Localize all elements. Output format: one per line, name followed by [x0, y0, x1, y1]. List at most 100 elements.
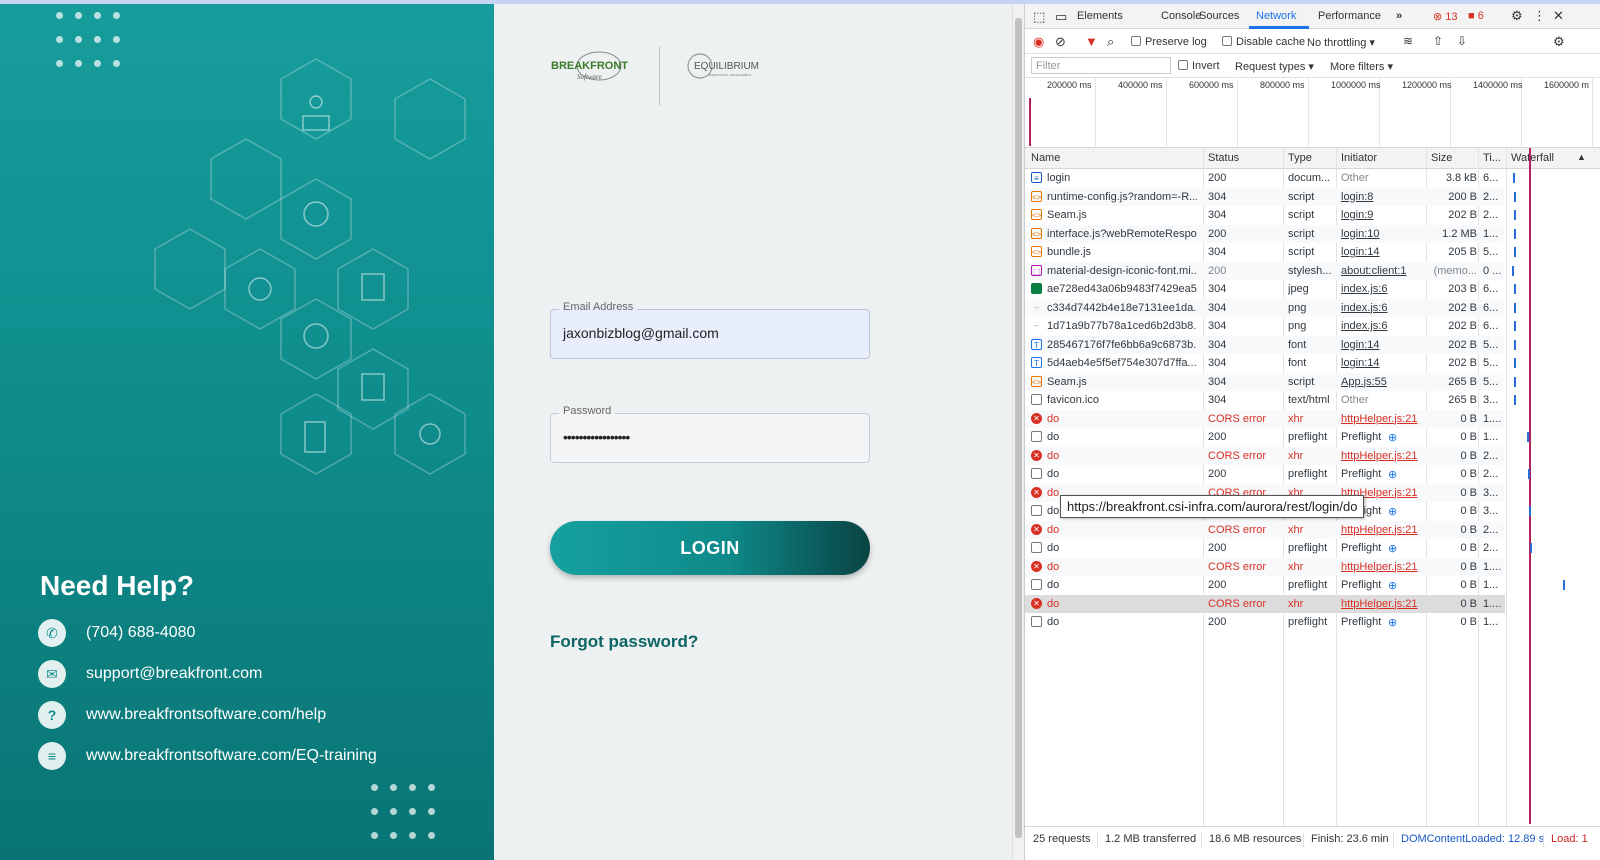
login-button[interactable]: LOGIN	[550, 521, 870, 575]
cell-initiator[interactable]: login:14	[1341, 357, 1426, 369]
search-icon[interactable]: ⌕	[1107, 34, 1114, 50]
network-request-row[interactable]: ✕ do CORS error xhr httpHelper.js:21 0 B 1....	[1025, 409, 1505, 428]
preflight-link-icon[interactable]: ⊕	[1388, 542, 1397, 555]
col-status[interactable]: Status	[1208, 152, 1239, 164]
password-value[interactable]: •••••••••••••••••	[563, 429, 630, 445]
cell-initiator[interactable]: Preflight	[1341, 431, 1426, 443]
tab-sources[interactable]: Sources	[1199, 10, 1239, 22]
network-request-row[interactable]: ≡ login 200 docum... Other 3.8 kB 6...	[1025, 169, 1505, 187]
tab-console[interactable]: Console	[1161, 10, 1201, 22]
cell-initiator[interactable]: App.js:55	[1341, 376, 1426, 388]
network-request-row[interactable]: do 200 preflight Preflight 0 B 2... ⊕	[1025, 465, 1505, 483]
filter-icon[interactable]: ▼	[1085, 34, 1098, 49]
network-request-row[interactable]: –1d71a9b77b78a1ced6b2d3b8... 304 png index.…	[1025, 317, 1505, 335]
network-request-row[interactable]: ⬚ material-design-iconic-font.mi... 200 sty…	[1025, 261, 1505, 280]
network-request-row[interactable]: T 5d4aeb4e5f5ef754e307d7ffa... 304 font logi…	[1025, 354, 1505, 372]
cell-initiator[interactable]: login:9	[1341, 209, 1426, 221]
export-icon[interactable]: ⇩	[1457, 34, 1467, 48]
device-toolbar-icon[interactable]: ▭	[1055, 9, 1067, 25]
settings-gear-icon[interactable]: ⚙	[1511, 8, 1523, 24]
cell-initiator[interactable]: login:14	[1341, 246, 1426, 258]
network-request-row[interactable]: ✕ do CORS error xhr httpHelper.js:21 0 B 2...	[1025, 446, 1505, 465]
preflight-link-icon[interactable]: ⊕	[1388, 505, 1397, 518]
forgot-password-link[interactable]: Forgot password?	[550, 632, 698, 652]
training-link[interactable]: ≡ www.breakfrontsoftware.com/EQ-training	[38, 742, 377, 770]
cell-initiator[interactable]: Other	[1341, 172, 1426, 184]
network-request-row[interactable]: ✕ do CORS error xhr httpHelper.js:21 0 B 1....	[1025, 557, 1505, 576]
network-request-row[interactable]: <> bundle.js 304 script login:14 205 B 5...	[1025, 243, 1505, 261]
tab-elements[interactable]: Elements	[1077, 10, 1123, 22]
cell-initiator[interactable]: httpHelper.js:21	[1341, 413, 1426, 425]
email-field[interactable]: Email Address jaxonbizblog@gmail.com	[550, 301, 870, 359]
col-size[interactable]: Size	[1431, 152, 1452, 164]
more-tabs-button[interactable]: »	[1396, 10, 1402, 22]
col-name[interactable]: Name	[1031, 152, 1060, 164]
network-request-row[interactable]: <> Seam.js 304 script login:9 202 B 2...	[1025, 206, 1505, 224]
wifi-icon[interactable]: ≋	[1403, 34, 1413, 48]
cell-initiator[interactable]: login:14	[1341, 339, 1426, 351]
filter-input[interactable]: Filter	[1031, 57, 1171, 74]
network-request-row[interactable]: do 200 preflight Preflight 0 B 2... ⊕	[1025, 539, 1505, 557]
col-initiator[interactable]: Initiator	[1341, 152, 1377, 164]
clear-icon[interactable]: ⊘	[1055, 34, 1066, 50]
import-icon[interactable]: ⇧	[1433, 34, 1443, 48]
cell-initiator[interactable]: httpHelper.js:21	[1341, 450, 1426, 462]
cell-initiator[interactable]: about:client:1	[1341, 265, 1426, 277]
cell-initiator[interactable]: index.js:6	[1341, 283, 1426, 295]
tab-performance[interactable]: Performance	[1318, 10, 1381, 22]
cell-initiator[interactable]: Preflight	[1341, 616, 1426, 628]
network-request-row[interactable]: favicon.ico 304 text/html Other 265 B 3...	[1025, 391, 1505, 409]
cell-initiator[interactable]: httpHelper.js:21	[1341, 561, 1426, 573]
network-overview[interactable]: 200000 ms 400000 ms 600000 ms 800000 ms 1000…	[1025, 78, 1600, 148]
preserve-log-checkbox[interactable]: Preserve log	[1131, 36, 1207, 48]
page-scrollbar[interactable]	[1012, 4, 1024, 860]
cell-initiator[interactable]: Preflight	[1341, 542, 1426, 554]
preflight-link-icon[interactable]: ⊕	[1388, 616, 1397, 629]
network-request-row[interactable]: do 200 preflight Preflight 0 B 1... ⊕	[1025, 613, 1505, 631]
help-email[interactable]: ✉ support@breakfront.com	[38, 660, 262, 688]
preflight-link-icon[interactable]: ⊕	[1388, 468, 1397, 481]
col-time[interactable]: Ti...	[1483, 152, 1501, 164]
network-request-row[interactable]: – c334d7442b4e18e7131ee1da... 304 png index.…	[1025, 298, 1505, 317]
tab-network[interactable]: Network	[1256, 10, 1296, 22]
network-request-row[interactable]: ae728ed43a06b9483f7429ea5... 304 jpeg index…	[1025, 280, 1505, 298]
disable-cache-checkbox[interactable]: Disable cache	[1222, 36, 1305, 48]
cell-initiator[interactable]: index.js:6	[1341, 320, 1426, 332]
record-icon[interactable]: ◉	[1033, 34, 1044, 50]
network-request-row[interactable]: do 200 preflight Preflight 0 B 1... ⊕	[1025, 576, 1505, 594]
network-request-row[interactable]: do 200 preflight Preflight 0 B 1... ⊕	[1025, 428, 1505, 446]
col-type[interactable]: Type	[1288, 152, 1312, 164]
email-value[interactable]: jaxonbizblog@gmail.com	[563, 325, 719, 341]
network-request-row[interactable]: T 285467176f7fe6bb6a9c6873b... 304 font logi…	[1025, 335, 1505, 354]
help-link[interactable]: ? www.breakfrontsoftware.com/help	[38, 701, 326, 729]
preflight-link-icon[interactable]: ⊕	[1388, 579, 1397, 592]
close-devtools-icon[interactable]: ✕	[1553, 8, 1564, 24]
throttling-select[interactable]: No throttling ▾	[1307, 36, 1375, 49]
error-counter[interactable]: ⊗ 13	[1433, 10, 1458, 23]
invert-checkbox[interactable]: Invert	[1178, 60, 1220, 72]
network-request-row[interactable]: ✕ do CORS error xhr httpHelper.js:21 0 B 2...	[1025, 520, 1505, 539]
network-request-row[interactable]: ✕ do CORS error xhr httpHelper.js:21 0 B 1....	[1025, 594, 1505, 613]
request-types-dropdown[interactable]: Request types ▾	[1235, 60, 1314, 73]
more-options-icon[interactable]: ⋮	[1533, 8, 1546, 24]
help-phone[interactable]: ✆ (704) 688-4080	[38, 619, 195, 647]
cell-initiator[interactable]: index.js:6	[1341, 302, 1426, 314]
cell-initiator[interactable]: login:8	[1341, 191, 1426, 203]
cell-initiator[interactable]: login:10	[1341, 228, 1426, 240]
network-request-row[interactable]: <> interface.js?webRemoteRespo... 200 scrip…	[1025, 224, 1505, 243]
network-settings-icon[interactable]: ⚙	[1553, 34, 1565, 50]
cell-initiator[interactable]: httpHelper.js:21	[1341, 598, 1426, 610]
more-filters-dropdown[interactable]: More filters ▾	[1330, 60, 1393, 73]
issue-counter[interactable]: ■ 6	[1468, 10, 1484, 22]
network-request-row[interactable]: <> runtime-config.js?random=-R... 304 scrip…	[1025, 187, 1505, 206]
cell-initiator[interactable]: Other	[1341, 394, 1426, 406]
scrollbar-thumb[interactable]	[1015, 18, 1022, 838]
network-request-row[interactable]: <> Seam.js 304 script App.js:55 265 B 5...	[1025, 372, 1505, 391]
password-field[interactable]: Password •••••••••••••••••	[550, 405, 870, 463]
preflight-link-icon[interactable]: ⊕	[1388, 431, 1397, 444]
cell-initiator[interactable]: httpHelper.js:21	[1341, 524, 1426, 536]
inspect-icon[interactable]: ⬚	[1033, 9, 1045, 25]
cell-initiator[interactable]: Preflight	[1341, 468, 1426, 480]
cell-initiator[interactable]: Preflight	[1341, 579, 1426, 591]
col-waterfall[interactable]: Waterfall	[1511, 152, 1554, 164]
